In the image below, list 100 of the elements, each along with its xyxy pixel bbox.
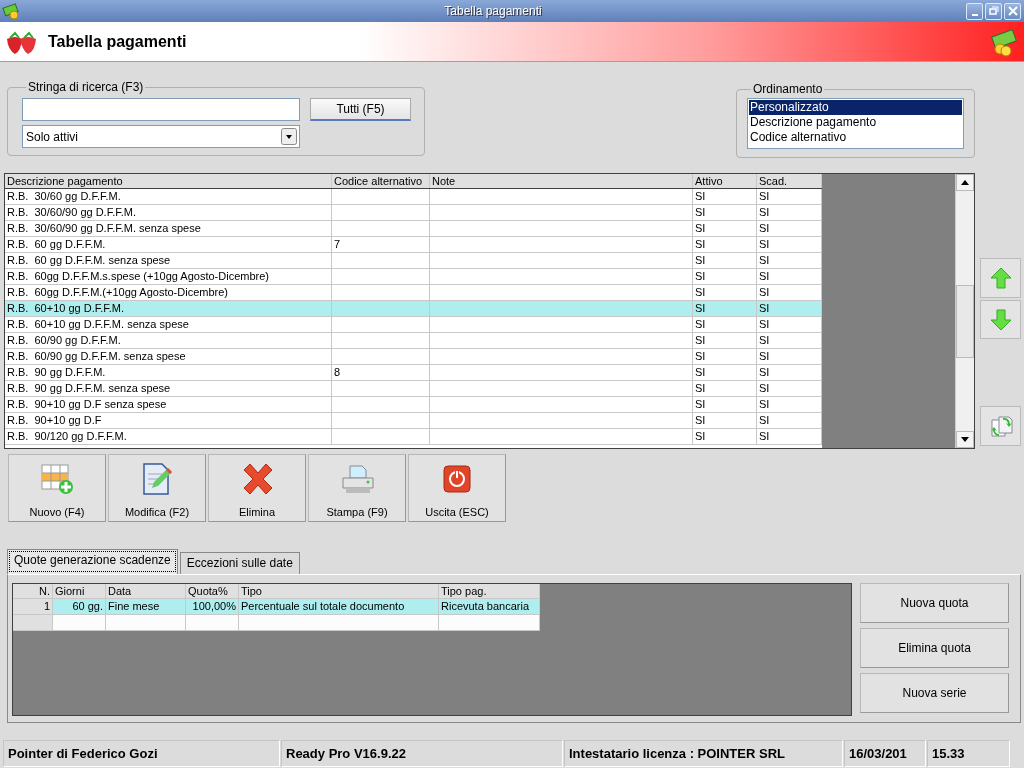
table-cell: R.B. 90/120 gg D.F.F.M. [5, 429, 332, 444]
table-row[interactable]: R.B. 30/60 gg D.F.F.M. SI SI [5, 189, 822, 205]
column-header[interactable]: Attivo [693, 174, 757, 188]
show-all-button[interactable]: Tutti (F5) [310, 98, 411, 121]
table-cell: SI [693, 301, 757, 316]
toolbar-button[interactable]: Modifica (F2) [108, 454, 206, 522]
move-up-button[interactable] [980, 258, 1021, 298]
quote-button[interactable]: Elimina quota [860, 628, 1009, 668]
documents-arrows-icon [988, 414, 1013, 439]
sort-option[interactable]: Codice alternativo [749, 130, 962, 145]
table-cell: 60 gg. [53, 599, 106, 614]
new-row[interactable] [13, 615, 540, 631]
column-header[interactable]: Quota% [186, 584, 239, 598]
move-down-button[interactable] [980, 299, 1021, 340]
table-cell: R.B. 60+10 gg D.F.F.M. senza spese [5, 317, 332, 332]
table-cell: R.B. 60/90 gg D.F.F.M. [5, 333, 332, 348]
table-row[interactable]: R.B. 60gg D.F.F.M.(+10gg Agosto-Dicembre) SI SI [5, 285, 822, 301]
status-text: Intestatario licenza : POINTER SRL [564, 740, 843, 767]
table-cell: R.B. 60 gg D.F.F.M. [5, 237, 332, 252]
restore-button[interactable] [985, 2, 1002, 20]
scroll-thumb[interactable] [956, 285, 974, 358]
window-title: Tabella pagamenti [443, 4, 543, 18]
table-row[interactable]: R.B. 60+10 gg D.F.F.M. SI SI [5, 301, 822, 317]
group-label: Ordinamento [752, 82, 824, 96]
scroll-up-button[interactable] [956, 174, 974, 191]
table-cell: SI [693, 317, 757, 332]
table-cell: SI [693, 365, 757, 380]
table-row[interactable]: R.B. 30/60/90 gg D.F.F.M. SI SI [5, 205, 822, 221]
table-cell: SI [693, 381, 757, 396]
table-row[interactable]: 1 60 gg. Fine mese 100,00% Percentuale sul totale documento Ricevuta bancaria [13, 599, 540, 615]
money-icon [990, 26, 1020, 57]
table-cell: SI [693, 253, 757, 268]
quote-button[interactable]: Nuova quota [860, 583, 1009, 623]
table-cell: R.B. 30/60 gg D.F.F.M. [5, 189, 332, 204]
scrollbar[interactable] [955, 174, 974, 448]
table-row[interactable]: R.B. 30/60/90 gg D.F.F.M. senza spese SI SI [5, 221, 822, 237]
table-cell: R.B. 60gg D.F.F.M.s.spese (+10gg Agosto-Dicembre) [5, 269, 332, 284]
table-row[interactable]: R.B. 60 gg D.F.F.M. senza spese SI SI [5, 253, 822, 269]
table-cell: SI [757, 365, 822, 380]
table-cell: R.B. 60gg D.F.F.M.(+10gg Agosto-Dicembre) [5, 285, 332, 300]
table-row[interactable]: R.B. 90 gg D.F.F.M. senza spese SI SI [5, 381, 822, 397]
column-header[interactable]: N. [13, 584, 53, 598]
restore-icon [987, 5, 1000, 17]
refresh-button[interactable] [980, 406, 1021, 446]
column-header[interactable]: Data [106, 584, 186, 598]
column-header[interactable]: Codice alternativo [332, 174, 430, 188]
sort-option[interactable]: Personalizzato [749, 100, 962, 115]
up-arrow-icon [988, 265, 1013, 290]
table-cell: R.B. 30/60/90 gg D.F.F.M. senza spese [5, 221, 332, 236]
toolbar-button[interactable]: Nuovo (F4) [8, 454, 106, 522]
status-text: Pointer di Federico Gozi [3, 740, 280, 767]
table-cell: SI [693, 269, 757, 284]
column-header[interactable]: Tipo [239, 584, 439, 598]
table-row[interactable]: R.B. 60gg D.F.F.M.s.spese (+10gg Agosto-Dicembre) SI SI [5, 269, 822, 285]
table-cell: SI [693, 221, 757, 236]
column-header[interactable]: Note [430, 174, 693, 188]
table-row[interactable]: R.B. 90/120 gg D.F.F.M. SI SI [5, 429, 822, 445]
table-cell: SI [693, 349, 757, 364]
table-cell: SI [757, 237, 822, 252]
table-cell: Fine mese [106, 599, 186, 614]
table-row[interactable]: R.B. 60/90 gg D.F.F.M. SI SI [5, 333, 822, 349]
quote-button[interactable]: Nuova serie [860, 673, 1009, 713]
up-arrow-icon [961, 180, 969, 185]
table-cell: SI [693, 429, 757, 444]
table-cell: SI [757, 285, 822, 300]
table-row[interactable]: R.B. 60/90 gg D.F.F.M. senza spese SI SI [5, 349, 822, 365]
tab[interactable]: Eccezioni sulle date [179, 552, 300, 574]
table-row[interactable]: R.B. 60 gg D.F.F.M. 7 SI SI [5, 237, 822, 253]
toolbar-button[interactable]: Uscita (ESC) [408, 454, 506, 522]
toolbar-button[interactable]: Stampa (F9) [308, 454, 406, 522]
table-row[interactable]: R.B. 90+10 gg D.F SI SI [5, 413, 822, 429]
scroll-down-button[interactable] [956, 431, 974, 448]
filter-dropdown[interactable]: Solo attivi [22, 125, 300, 148]
column-header[interactable]: Giorni [53, 584, 106, 598]
column-header[interactable]: Descrizione pagamento [5, 174, 332, 188]
table-cell: R.B. 60/90 gg D.F.F.M. senza spese [5, 349, 332, 364]
group-label: Stringa di ricerca (F3) [27, 80, 145, 94]
table-row[interactable]: R.B. 90 gg D.F.F.M. 8 SI SI [5, 365, 822, 381]
minimize-button[interactable] [966, 2, 983, 20]
document-pencil-icon [140, 462, 174, 496]
table-cell: SI [693, 285, 757, 300]
table-cell: 7 [332, 237, 430, 252]
column-header[interactable]: Tipo pag. [439, 584, 540, 598]
search-field[interactable] [22, 98, 300, 121]
close-button[interactable] [1004, 2, 1021, 20]
table-cell: SI [757, 301, 822, 316]
tab[interactable]: Quote generazione scadenze [7, 549, 178, 574]
column-header[interactable]: Scad. [757, 174, 822, 188]
table-row[interactable]: R.B. 90+10 gg D.F senza spese SI SI [5, 397, 822, 413]
table-cell: R.B. 90+10 gg D.F [5, 413, 332, 428]
toolbar-button[interactable]: Elimina [208, 454, 306, 522]
status-text: 16/03/201 [844, 740, 926, 767]
table-cell: 8 [332, 365, 430, 380]
sort-option[interactable]: Descrizione pagamento [749, 115, 962, 130]
table-row[interactable]: R.B. 60+10 gg D.F.F.M. senza spese SI SI [5, 317, 822, 333]
table-cell: SI [693, 205, 757, 220]
table-cell: SI [757, 413, 822, 428]
printer-icon [340, 462, 374, 496]
table-cell: SI [757, 269, 822, 284]
table-cell: SI [757, 221, 822, 236]
